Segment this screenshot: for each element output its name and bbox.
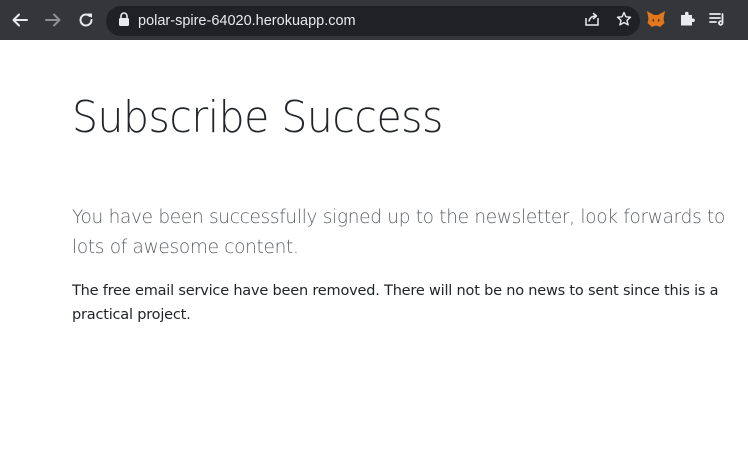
forward-button[interactable] — [38, 5, 68, 35]
metamask-fox-icon[interactable] — [646, 10, 666, 33]
arrow-left-icon — [11, 11, 29, 29]
star-icon[interactable] — [616, 11, 632, 32]
browser-toolbar: polar-spire-64020.herokuapp.com — [0, 0, 748, 40]
success-message: You have been successfully signed up to … — [72, 206, 725, 258]
service-note: The free email service have been removed… — [72, 282, 719, 323]
reload-icon — [77, 11, 95, 29]
reading-list-icon[interactable] — [708, 10, 726, 33]
arrow-right-icon — [44, 11, 62, 29]
share-icon[interactable] — [584, 11, 600, 32]
extensions-area — [646, 6, 726, 36]
url-text[interactable]: polar-spire-64020.herokuapp.com — [138, 13, 356, 29]
puzzle-icon[interactable] — [678, 10, 696, 33]
page-content: Subscribe Success You have been successf… — [72, 40, 742, 327]
address-bar[interactable]: polar-spire-64020.herokuapp.com — [106, 6, 640, 36]
lock-icon — [118, 11, 130, 31]
back-button[interactable] — [5, 5, 35, 35]
reload-button[interactable] — [71, 5, 101, 35]
page-title: Subscribe Success — [72, 92, 443, 143]
